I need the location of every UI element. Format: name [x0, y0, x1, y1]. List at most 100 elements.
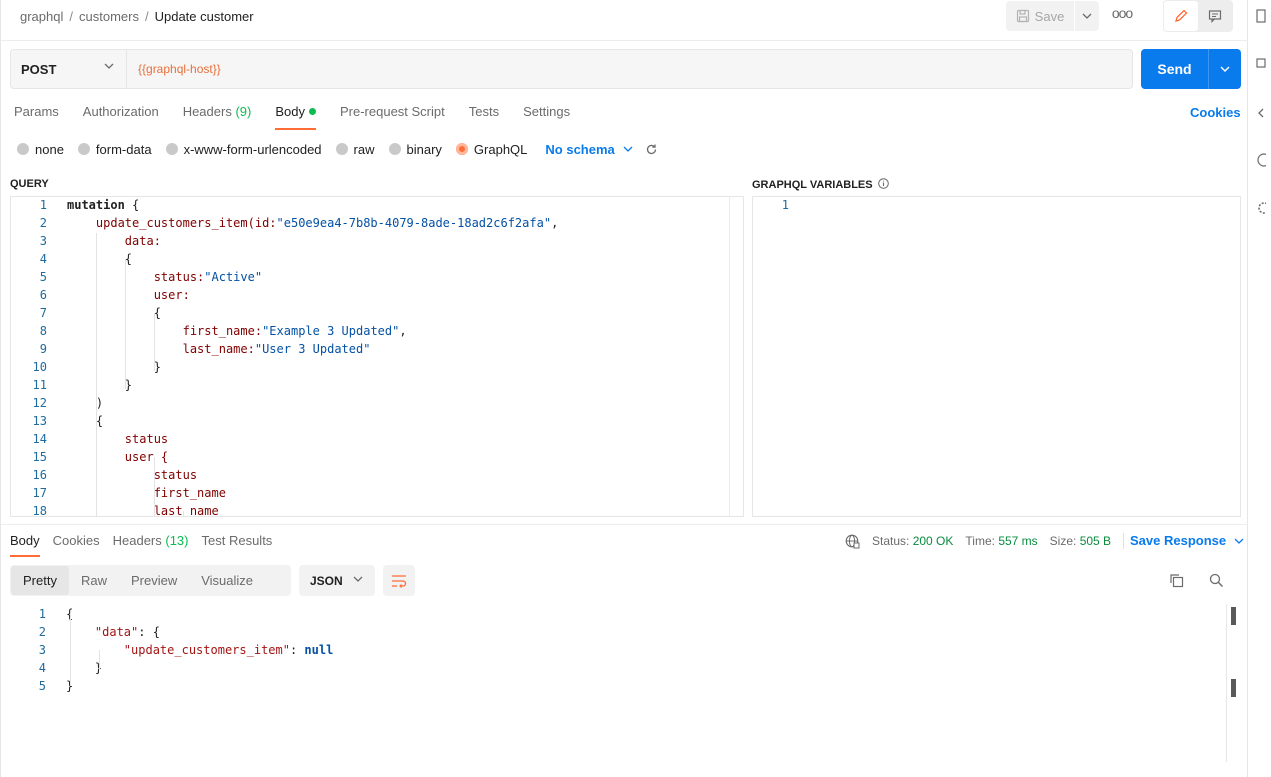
url-input[interactable]: {{graphql-host}} — [138, 62, 221, 76]
indent-guide — [154, 313, 155, 371]
code-icon[interactable] — [1252, 106, 1266, 120]
view-preview[interactable]: Preview — [119, 566, 189, 595]
indent-guide — [99, 650, 100, 670]
radio-label: none — [35, 141, 64, 157]
line-number: 3 — [38, 643, 46, 657]
tab-authorization[interactable]: Authorization — [83, 104, 159, 130]
response-divider[interactable] — [1, 524, 1248, 525]
tab-pre-request-script[interactable]: Pre-request Script — [340, 104, 445, 130]
body-type-urlencoded[interactable]: x-www-form-urlencoded — [165, 142, 322, 157]
view-raw[interactable]: Raw — [69, 566, 119, 595]
breadcrumb-collection[interactable]: customers — [79, 9, 139, 24]
code-line: { — [67, 412, 103, 430]
view-pretty[interactable]: Pretty — [11, 566, 69, 595]
tab-label: Body — [10, 533, 40, 548]
wrap-lines-icon — [392, 574, 407, 588]
comments-mode-button[interactable] — [1198, 1, 1232, 31]
size-value[interactable]: 505 B — [1080, 534, 1111, 548]
body-type-none[interactable]: none — [17, 142, 64, 157]
line-number: 18 — [32, 504, 47, 517]
info-icon[interactable] — [877, 178, 889, 189]
save-response-button[interactable]: Save Response — [1130, 533, 1244, 548]
code-token: last_name — [67, 504, 219, 517]
response-tab-body[interactable]: Body — [10, 533, 40, 557]
line-number: 15 — [32, 450, 47, 464]
code-line: "data": { — [66, 623, 160, 641]
code-line: update_customers_item(id:"e50e9ea4-7b8b-… — [67, 214, 558, 232]
time-value[interactable]: 557 ms — [998, 534, 1037, 548]
query-scrollbar[interactable] — [729, 197, 743, 516]
body-type-raw[interactable]: raw — [335, 142, 375, 157]
tab-headers[interactable]: Headers (9) — [183, 104, 252, 130]
tab-tests[interactable]: Tests — [469, 104, 499, 130]
save-button[interactable]: Save — [1006, 1, 1074, 31]
edit-mode-button[interactable] — [1164, 1, 1198, 31]
radio-circle — [388, 143, 401, 155]
code-token: { — [67, 252, 133, 266]
schema-select[interactable]: No schema — [545, 142, 614, 157]
size-label: Size: — [1049, 534, 1077, 548]
code-line: status — [67, 430, 168, 448]
format-value: JSON — [310, 573, 343, 588]
code-line: data: — [67, 232, 161, 250]
variables-editor[interactable]: 1 — [752, 196, 1241, 517]
code-token: { — [67, 306, 161, 320]
breadcrumb-workspace[interactable]: graphql — [20, 9, 63, 24]
code-token: , — [551, 216, 559, 230]
body-type-binary[interactable]: binary — [388, 142, 442, 157]
response-scrollbar-thumb[interactable] — [1231, 607, 1236, 625]
code-line: user { — [67, 448, 168, 466]
variables-label: GRAPHQL VARIABLES — [752, 178, 889, 191]
view-visualize[interactable]: Visualize — [189, 566, 265, 595]
method-select[interactable]: POST — [11, 50, 127, 88]
code-token: status: — [67, 270, 205, 284]
method-value: POST — [21, 61, 57, 77]
more-options-button[interactable]: ooo — [1110, 5, 1134, 25]
response-tab-headers[interactable]: Headers (13) — [113, 533, 189, 557]
send-group: Send — [1141, 49, 1241, 89]
code-token: "Example 3 Updated" — [262, 324, 400, 338]
code-token: update_customers_item(id: — [67, 216, 277, 230]
search-icon[interactable] — [1209, 573, 1224, 588]
tab-settings[interactable]: Settings — [523, 104, 570, 130]
response-tab-cookies[interactable]: Cookies — [53, 533, 100, 557]
globe-icon[interactable] — [845, 534, 860, 549]
settings-icon[interactable] — [1252, 201, 1266, 215]
wrap-lines-button[interactable] — [383, 565, 415, 596]
format-select[interactable]: JSON — [299, 565, 375, 596]
tab-label: Params — [14, 104, 59, 119]
documentation-icon[interactable] — [1252, 9, 1266, 23]
status-value[interactable]: 200 OK — [913, 534, 954, 548]
response-body[interactable]: 12345 { "data": { "update_customers_item… — [10, 604, 1240, 764]
refresh-icon[interactable] — [645, 143, 658, 156]
chevron-down-icon[interactable] — [623, 146, 633, 152]
line-number: 5 — [39, 270, 47, 284]
chevron-down-icon — [1234, 538, 1244, 544]
code-token: "update_customers_item" — [123, 643, 290, 657]
response-tab-test-results[interactable]: Test Results — [202, 533, 273, 557]
code-line: first_name:"Example 3 Updated", — [67, 322, 407, 340]
send-dropdown-button[interactable] — [1208, 49, 1241, 89]
comments-icon[interactable] — [1252, 57, 1266, 71]
tab-body[interactable]: Body — [275, 104, 316, 130]
mode-toggle — [1163, 0, 1233, 32]
line-number: 13 — [32, 414, 47, 428]
code-token: user: — [67, 288, 190, 302]
breadcrumb-request-name[interactable]: Update customer — [155, 9, 254, 24]
breadcrumb: graphql / customers / Update customer — [20, 9, 254, 24]
body-type-form-data[interactable]: form-data — [77, 142, 152, 157]
tab-params[interactable]: Params — [14, 104, 59, 130]
cookies-link[interactable]: Cookies — [1190, 105, 1241, 120]
send-button[interactable]: Send — [1141, 49, 1208, 89]
response-meta: Status: 200 OK Time: 557 ms Size: 505 B — [845, 533, 1125, 549]
info-icon[interactable] — [1252, 153, 1266, 167]
response-scrollbar-marker — [1231, 679, 1236, 697]
copy-icon[interactable] — [1169, 573, 1184, 588]
body-type-graphql[interactable]: GraphQL — [455, 142, 527, 157]
query-editor[interactable]: 1 2 3 4 5 6 7 8 9 10 11 12 13 14 15 16 17 18 mutation { u… — [10, 196, 744, 517]
code-token: mutation — [67, 198, 125, 212]
line-number: 5 — [38, 679, 46, 693]
line-number: 8 — [39, 324, 47, 338]
save-dropdown-button[interactable] — [1075, 1, 1099, 31]
